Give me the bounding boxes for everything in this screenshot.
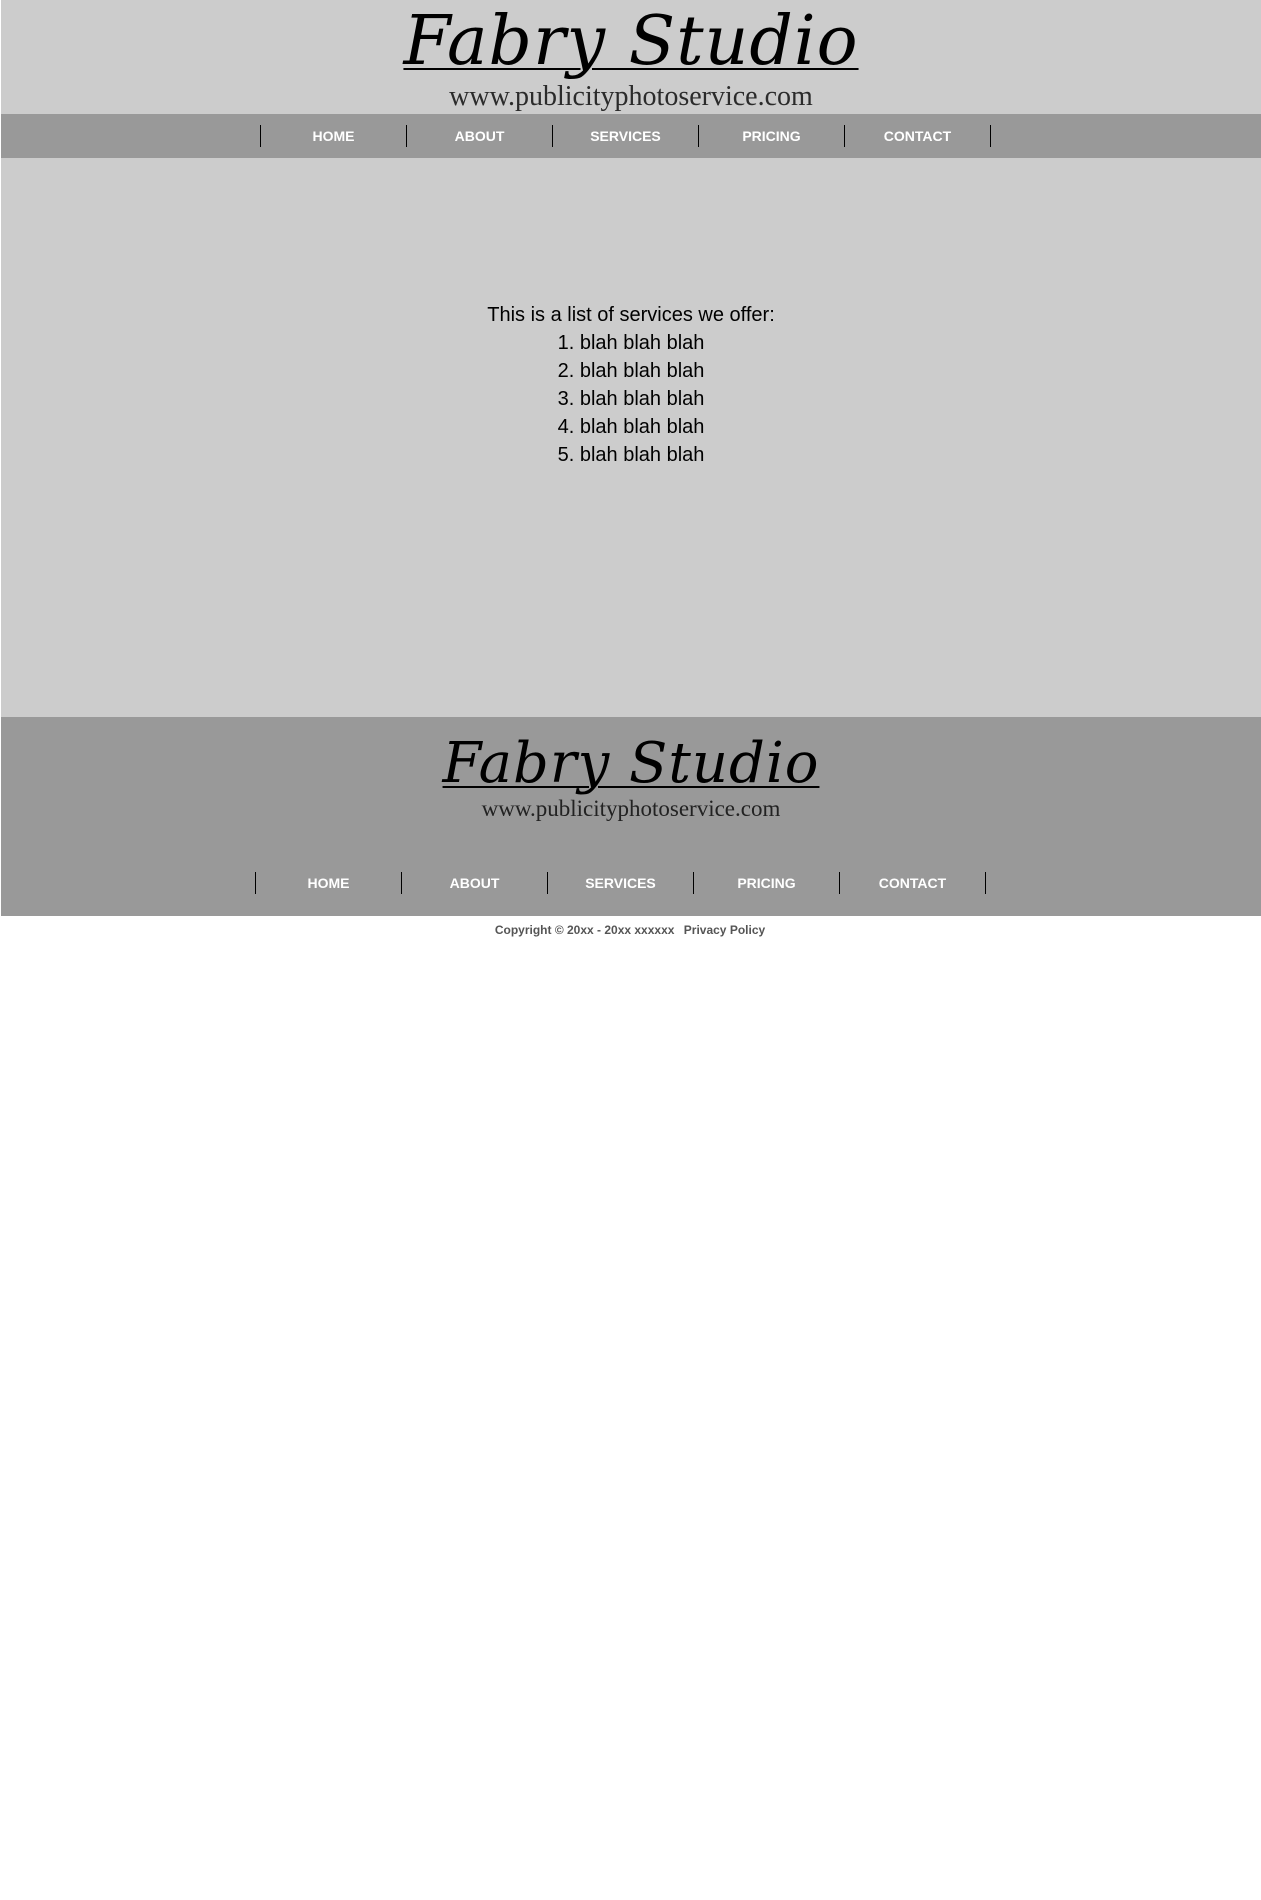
site-logo[interactable]: Fabry Studio www.publicityphotoservice.c… <box>1 4 1261 112</box>
footer-logo[interactable]: Fabry Studio www.publicityphotoservice.c… <box>1 733 1261 821</box>
nav-item-home[interactable]: HOME <box>260 125 406 147</box>
main-content: This is a list of services we offer: 1. … <box>1 158 1261 717</box>
privacy-policy-link[interactable]: Privacy Policy <box>684 923 765 937</box>
main-nav-list: HOME ABOUT SERVICES PRICING CONTACT <box>260 125 991 147</box>
nav-item-services[interactable]: SERVICES <box>552 125 698 147</box>
footer-nav-item-home[interactable]: HOME <box>255 872 401 894</box>
copyright-bar: Copyright © 20xx - 20xx xxxxxx Privacy P… <box>0 923 1260 937</box>
footer-nav-list: HOME ABOUT SERVICES PRICING CONTACT <box>255 872 986 894</box>
logo-url: www.publicityphotoservice.com <box>449 81 813 112</box>
page: Fabry Studio www.publicityphotoservice.c… <box>1 0 1261 916</box>
services-intro: This is a list of services we offer: <box>487 304 775 326</box>
list-item: 1. blah blah blah <box>557 332 705 354</box>
footer-nav-item-services[interactable]: SERVICES <box>547 872 693 894</box>
list-item: 4. blah blah blah <box>557 416 705 438</box>
nav-item-pricing[interactable]: PRICING <box>698 125 844 147</box>
nav-item-contact[interactable]: CONTACT <box>844 125 991 147</box>
logo-title: Fabry Studio <box>403 2 859 81</box>
copyright-text: Copyright © 20xx - 20xx xxxxxx <box>494 923 675 937</box>
site-footer: Fabry Studio www.publicityphotoservice.c… <box>1 717 1261 916</box>
list-item: 5. blah blah blah <box>557 444 705 466</box>
footer-nav-item-pricing[interactable]: PRICING <box>693 872 839 894</box>
main-nav: HOME ABOUT SERVICES PRICING CONTACT <box>1 114 1261 158</box>
services-content: This is a list of services we offer: 1. … <box>1 301 1261 469</box>
footer-logo-title: Fabry Studio <box>442 731 820 796</box>
list-item: 3. blah blah blah <box>557 388 705 410</box>
footer-nav-item-about[interactable]: ABOUT <box>401 872 547 894</box>
site-header: Fabry Studio www.publicityphotoservice.c… <box>1 0 1261 114</box>
footer-logo-url: www.publicityphotoservice.com <box>481 796 781 821</box>
services-list: 1. blah blah blah 2. blah blah blah 3. b… <box>1 329 1261 469</box>
list-item: 2. blah blah blah <box>557 360 705 382</box>
footer-nav-item-contact[interactable]: CONTACT <box>839 872 986 894</box>
nav-item-about[interactable]: ABOUT <box>406 125 552 147</box>
